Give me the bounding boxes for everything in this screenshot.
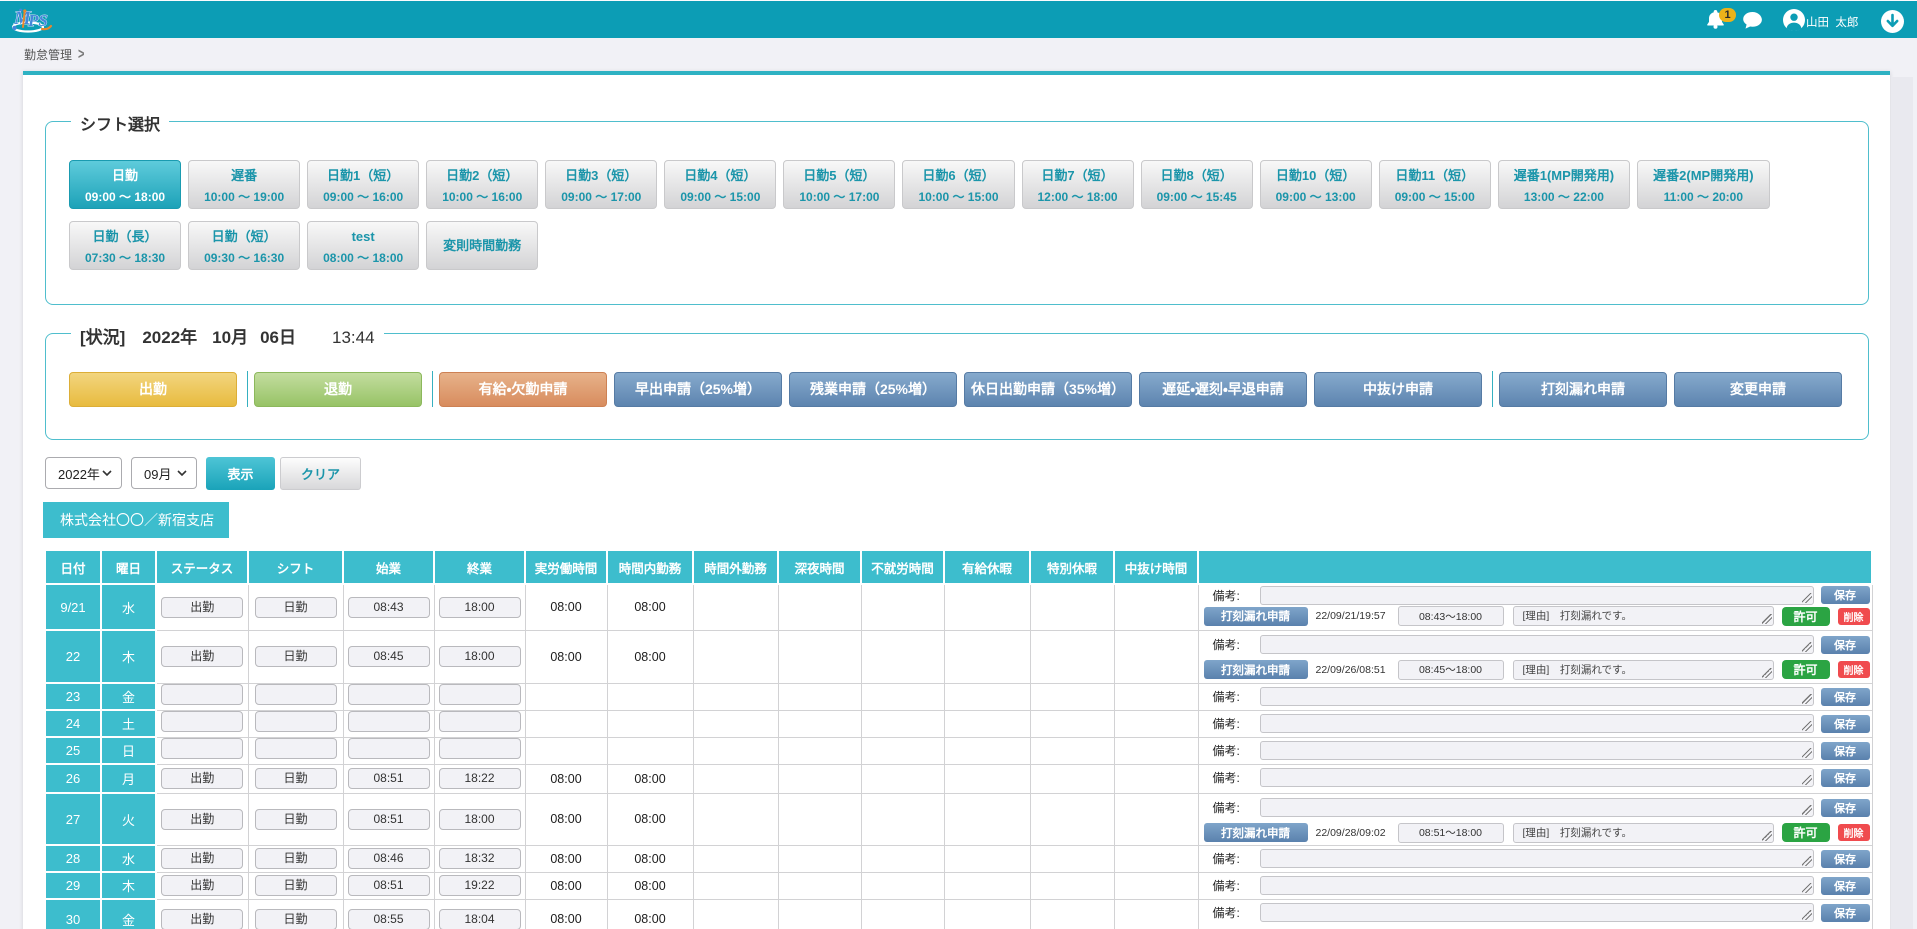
- svg-text:PS: PS: [27, 11, 48, 30]
